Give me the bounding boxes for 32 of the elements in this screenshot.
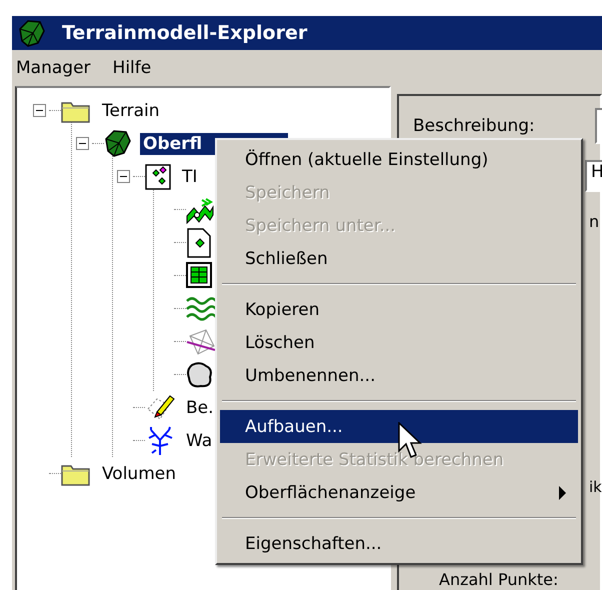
- menu-item[interactable]: Löschen: [220, 326, 578, 359]
- menu-item[interactable]: Hilfe: [112, 58, 152, 78]
- menu-item[interactable]: Manager: [16, 58, 91, 78]
- grid-icon: [186, 262, 214, 290]
- document-icon: [186, 228, 212, 258]
- collapse-toggle-icon[interactable]: [32, 104, 46, 117]
- window-title: Terrainmodell-Explorer: [62, 22, 308, 44]
- tree-item[interactable]: Be.: [183, 396, 217, 418]
- mesh-icon: [186, 196, 214, 224]
- collapse-toggle-icon[interactable]: [76, 137, 88, 150]
- app-icon: [18, 18, 46, 48]
- menu-item[interactable]: Oberflächenanzeige: [220, 476, 578, 509]
- collapse-toggle-icon[interactable]: [116, 170, 130, 183]
- boundary-icon: [186, 360, 214, 388]
- tree-item[interactable]: Terrain: [99, 100, 163, 122]
- dropdown-field[interactable]: H: [585, 160, 602, 192]
- tree-item[interactable]: TI: [179, 166, 200, 188]
- tree-item[interactable]: Volumen: [99, 462, 180, 484]
- leaf-icon: [104, 129, 132, 158]
- points-icon: [145, 164, 171, 190]
- tree-item[interactable]: Wa: [183, 430, 216, 452]
- label: ik: [589, 478, 602, 496]
- field-label: Anzahl Punkte:: [439, 570, 558, 589]
- breakline-icon: [186, 328, 216, 356]
- contour-lines-icon: [186, 294, 216, 322]
- menu-item[interactable]: Aufbauen...: [220, 410, 578, 443]
- menu-item[interactable]: Kopieren: [220, 293, 578, 326]
- menu-item[interactable]: Schließen: [220, 242, 578, 275]
- menu-item[interactable]: Eigenschaften...: [220, 527, 578, 560]
- menu-item[interactable]: Umbenennen...: [220, 359, 578, 392]
- field-label: Beschreibung:: [413, 116, 535, 136]
- label: n: [589, 212, 600, 231]
